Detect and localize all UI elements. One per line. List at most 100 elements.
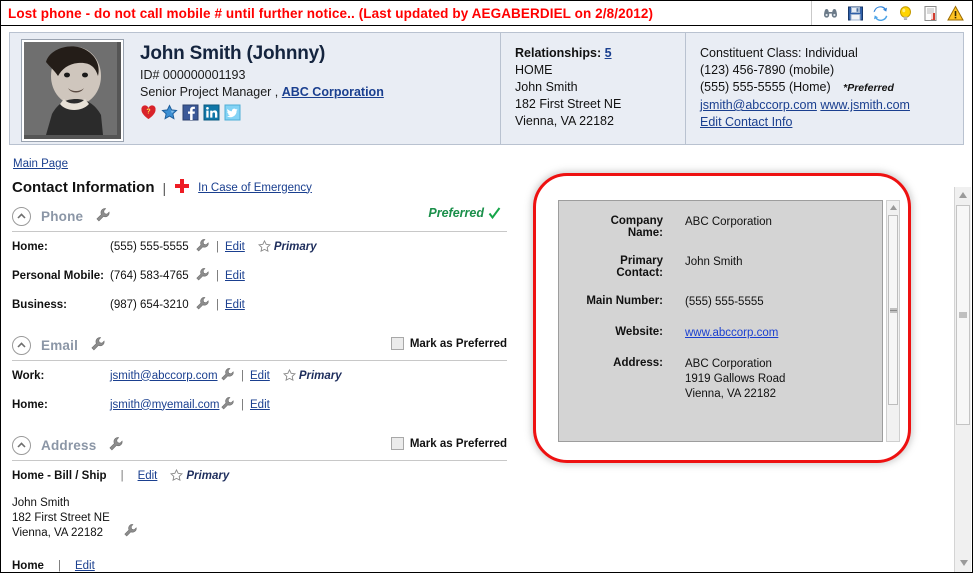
refresh-icon[interactable]: [872, 5, 889, 22]
page-scroll-thumb[interactable]: [956, 205, 970, 425]
company-address-line: 1919 Gallows Road: [685, 373, 786, 385]
scroll-down-icon[interactable]: [956, 555, 971, 571]
company-row: Company Name: ABC Corporation: [559, 215, 882, 239]
company-row-label: Company Name:: [610, 215, 663, 239]
heart-question-icon[interactable]: ?: [140, 104, 157, 121]
edit-link[interactable]: Edit: [250, 399, 270, 411]
grip-icon: [889, 308, 897, 312]
breadcrumb-main-page[interactable]: Main Page: [13, 158, 68, 170]
wrench-icon[interactable]: [195, 238, 210, 256]
wrench-icon[interactable]: [90, 336, 106, 355]
lightbulb-icon[interactable]: [897, 5, 914, 22]
company-row-label: Primary Contact:: [616, 255, 663, 279]
constituent-column: Constituent Class: Individual (123) 456-…: [685, 33, 963, 144]
facebook-icon[interactable]: [182, 104, 199, 121]
company-row-value: ABC Corporation: [685, 216, 772, 228]
address-line: 182 First Street NE: [12, 512, 110, 524]
wrench-icon[interactable]: [220, 396, 235, 414]
linkedin-icon[interactable]: [203, 104, 220, 121]
section-title: Contact Information: [12, 179, 155, 196]
primary-label: Primary: [273, 240, 317, 253]
separator: |: [57, 559, 61, 572]
callout-scrollbar[interactable]: [886, 200, 900, 442]
primary-badge: Primary: [282, 369, 342, 382]
table-row: Business: (987) 654-3210 | Edit: [1, 290, 521, 319]
table-row: Home: (555) 555-5555 | Edit Primary: [1, 232, 521, 261]
edit-link[interactable]: Edit: [225, 270, 245, 282]
callout-scroll-thumb[interactable]: [888, 215, 898, 405]
warning-icon[interactable]: [947, 4, 964, 22]
scroll-up-icon[interactable]: [887, 201, 899, 213]
address-type-label: Home - Bill / Ship: [12, 469, 107, 482]
edit-link[interactable]: Edit: [250, 370, 270, 382]
edit-link[interactable]: Edit: [75, 560, 95, 572]
email-section-header: Email Mark as Preferred: [1, 330, 521, 360]
wrench-icon[interactable]: [108, 436, 124, 455]
mark-as-preferred-email: Mark as Preferred: [390, 337, 507, 350]
relationships-count-link[interactable]: 5: [605, 46, 612, 60]
website-link[interactable]: www.jsmith.com: [820, 97, 910, 114]
address-line: John Smith: [12, 497, 70, 509]
primary-badge: Primary: [170, 469, 229, 482]
company-address-row: Address: ABC Corporation 1919 Gallows Ro…: [559, 357, 882, 402]
address-section-label: Address: [41, 437, 97, 453]
star-icon[interactable]: [161, 104, 178, 121]
relationship-line: Vienna, VA 22182: [515, 114, 614, 128]
job-title-line: Senior Project Manager , ABC Corporation: [140, 85, 500, 99]
preferred-note: *Preferred: [843, 82, 894, 94]
edit-link[interactable]: Edit: [225, 299, 245, 311]
constituent-id: ID# 000000001193: [140, 67, 246, 82]
phone-section-header: Phone Preferred: [1, 201, 521, 231]
application-window: Lost phone - do not call mobile # until …: [0, 0, 973, 573]
primary-label: Primary: [186, 469, 230, 482]
row-label: Work:: [12, 369, 45, 382]
avatar: [22, 40, 123, 141]
preferred-indicator: Preferred: [428, 206, 501, 220]
page-scrollbar[interactable]: [954, 187, 971, 572]
wrench-icon[interactable]: [123, 523, 138, 543]
separator: |: [241, 369, 244, 382]
row-label: Home:: [12, 240, 48, 253]
separator: |: [216, 298, 219, 311]
wrench-icon[interactable]: [220, 367, 235, 385]
row-value: (555) 555-5555: [110, 240, 189, 253]
chevron-up-icon[interactable]: [12, 206, 31, 226]
company-website-link[interactable]: www.abccorp.com: [685, 327, 778, 339]
alert-message: Lost phone - do not call mobile # until …: [8, 5, 654, 21]
edit-link[interactable]: Edit: [225, 241, 245, 253]
star-outline-icon: [257, 240, 271, 252]
address-footer-row: Home | Edit: [1, 551, 521, 572]
mark-preferred-checkbox[interactable]: [390, 337, 404, 350]
page-title: John Smith (Johnny): [140, 43, 326, 64]
document-icon[interactable]: [922, 5, 939, 22]
mark-preferred-checkbox[interactable]: [390, 437, 404, 450]
company-row: Primary Contact: John Smith: [559, 255, 882, 279]
chevron-up-icon[interactable]: [12, 435, 31, 455]
company-link[interactable]: ABC Corporation: [282, 85, 384, 99]
address-block: John Smith 182 First Street NE Vienna, V…: [1, 496, 521, 541]
grip-icon: [959, 312, 967, 318]
email-link[interactable]: jsmith@abccorp.com: [700, 97, 817, 114]
binoculars-icon[interactable]: [822, 5, 839, 22]
company-info-callout: Company Name: ABC Corporation Primary Co…: [533, 173, 911, 463]
company-address-line: Vienna, VA 22182: [685, 388, 777, 400]
relationship-line: John Smith: [515, 80, 578, 94]
wrench-icon[interactable]: [195, 267, 210, 285]
twitter-icon[interactable]: [224, 104, 241, 121]
edit-link[interactable]: Edit: [138, 470, 158, 482]
table-row: Personal Mobile: (764) 583-4765 | Edit: [1, 261, 521, 290]
check-icon: [488, 206, 501, 219]
wrench-icon[interactable]: [95, 207, 111, 226]
scroll-up-icon[interactable]: [955, 187, 970, 203]
relationship-line: HOME: [515, 63, 553, 77]
social-icons: ?: [140, 104, 500, 121]
row-value-link[interactable]: jsmith@abccorp.com: [110, 370, 218, 382]
in-case-of-emergency-link[interactable]: In Case of Emergency: [198, 182, 312, 194]
edit-contact-info-link[interactable]: Edit Contact Info: [700, 114, 792, 131]
save-icon[interactable]: [847, 5, 864, 22]
row-value-link[interactable]: jsmith@myemail.com: [110, 399, 219, 411]
mark-preferred-label: Mark as Preferred: [409, 337, 507, 350]
constituent-class: Constituent Class: Individual: [700, 46, 858, 60]
wrench-icon[interactable]: [195, 296, 210, 314]
chevron-up-icon[interactable]: [12, 335, 31, 355]
